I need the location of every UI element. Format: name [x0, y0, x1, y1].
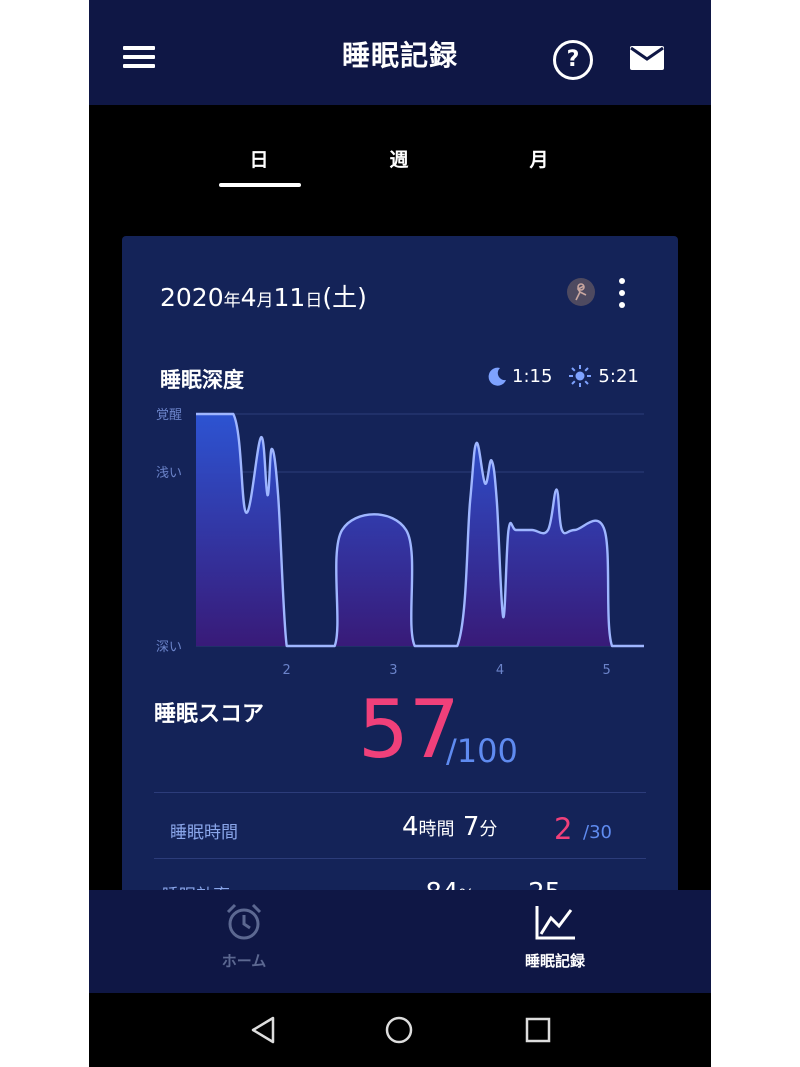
phone-screen: 睡眠記録 ? 日 週 月 2020年4月11日(土) 睡眠深度 1:15 5:2… — [89, 0, 711, 1067]
recents-icon[interactable] — [525, 1017, 551, 1043]
sleep-time-rank-max: /30 — [583, 822, 612, 843]
sleep-record-card: 2020年4月11日(土) 睡眠深度 1:15 5:21 覚醒 浅い 深い 2 … — [122, 236, 678, 936]
sleep-times: 1:15 5:21 — [486, 364, 639, 388]
app-title: 睡眠記録 — [341, 39, 458, 72]
y-level-label: 浅い — [156, 466, 182, 481]
nav-sleep-record[interactable]: 睡眠記録 — [495, 900, 615, 971]
sleep-time-value: 4時間 7分 — [402, 812, 498, 842]
tab-month[interactable]: 月 — [499, 145, 579, 172]
waketime: 5:21 — [598, 365, 639, 387]
sleep-score-max: /100 — [446, 732, 518, 770]
y-level-label: 覚醒 — [156, 408, 182, 423]
sleep-score-label: 睡眠スコア — [154, 702, 265, 727]
divider — [154, 858, 646, 859]
period-tabs: 日 週 月 — [89, 105, 711, 215]
bedtime: 1:15 — [512, 365, 553, 387]
record-date[interactable]: 2020年4月11日(土) — [160, 278, 367, 314]
x-tick-label: 2 — [283, 663, 291, 678]
x-tick-label: 4 — [496, 663, 504, 678]
x-tick-label: 5 — [603, 663, 611, 678]
back-icon[interactable] — [249, 1015, 277, 1045]
moon-icon — [488, 367, 506, 386]
app-bar: 睡眠記録 ? — [89, 0, 711, 105]
divider — [154, 792, 646, 793]
tab-week[interactable]: 週 — [359, 145, 439, 172]
tab-day[interactable]: 日 — [219, 145, 299, 172]
alarm-clock-icon — [226, 903, 262, 940]
nav-home-label: ホーム — [221, 952, 267, 970]
sleep-time-rank: 2 — [554, 812, 573, 846]
bottom-nav: ホーム 睡眠記録 — [89, 890, 711, 993]
home-icon[interactable] — [384, 1015, 414, 1045]
sleep-time-label: 睡眠時間 — [170, 823, 238, 843]
sleep-depth-label: 睡眠深度 — [160, 368, 244, 392]
system-nav-bar — [89, 993, 711, 1067]
y-level-label: 深い — [156, 640, 182, 655]
sleep-depth-chart: 覚醒浅い深い 2 3 4 5 — [156, 408, 644, 678]
nav-home[interactable]: ホーム — [184, 900, 304, 971]
sun-icon — [569, 365, 592, 387]
line-chart-icon — [535, 906, 575, 940]
mail-icon[interactable] — [629, 44, 665, 72]
nav-sleep-record-label: 睡眠記録 — [524, 952, 585, 970]
x-tick-label: 3 — [389, 663, 397, 678]
help-icon[interactable]: ? — [553, 40, 593, 80]
tab-indicator — [219, 183, 301, 187]
more-options-icon[interactable] — [612, 276, 632, 310]
sleep-score-value: 57 — [358, 683, 460, 776]
share-icon[interactable] — [567, 278, 595, 306]
